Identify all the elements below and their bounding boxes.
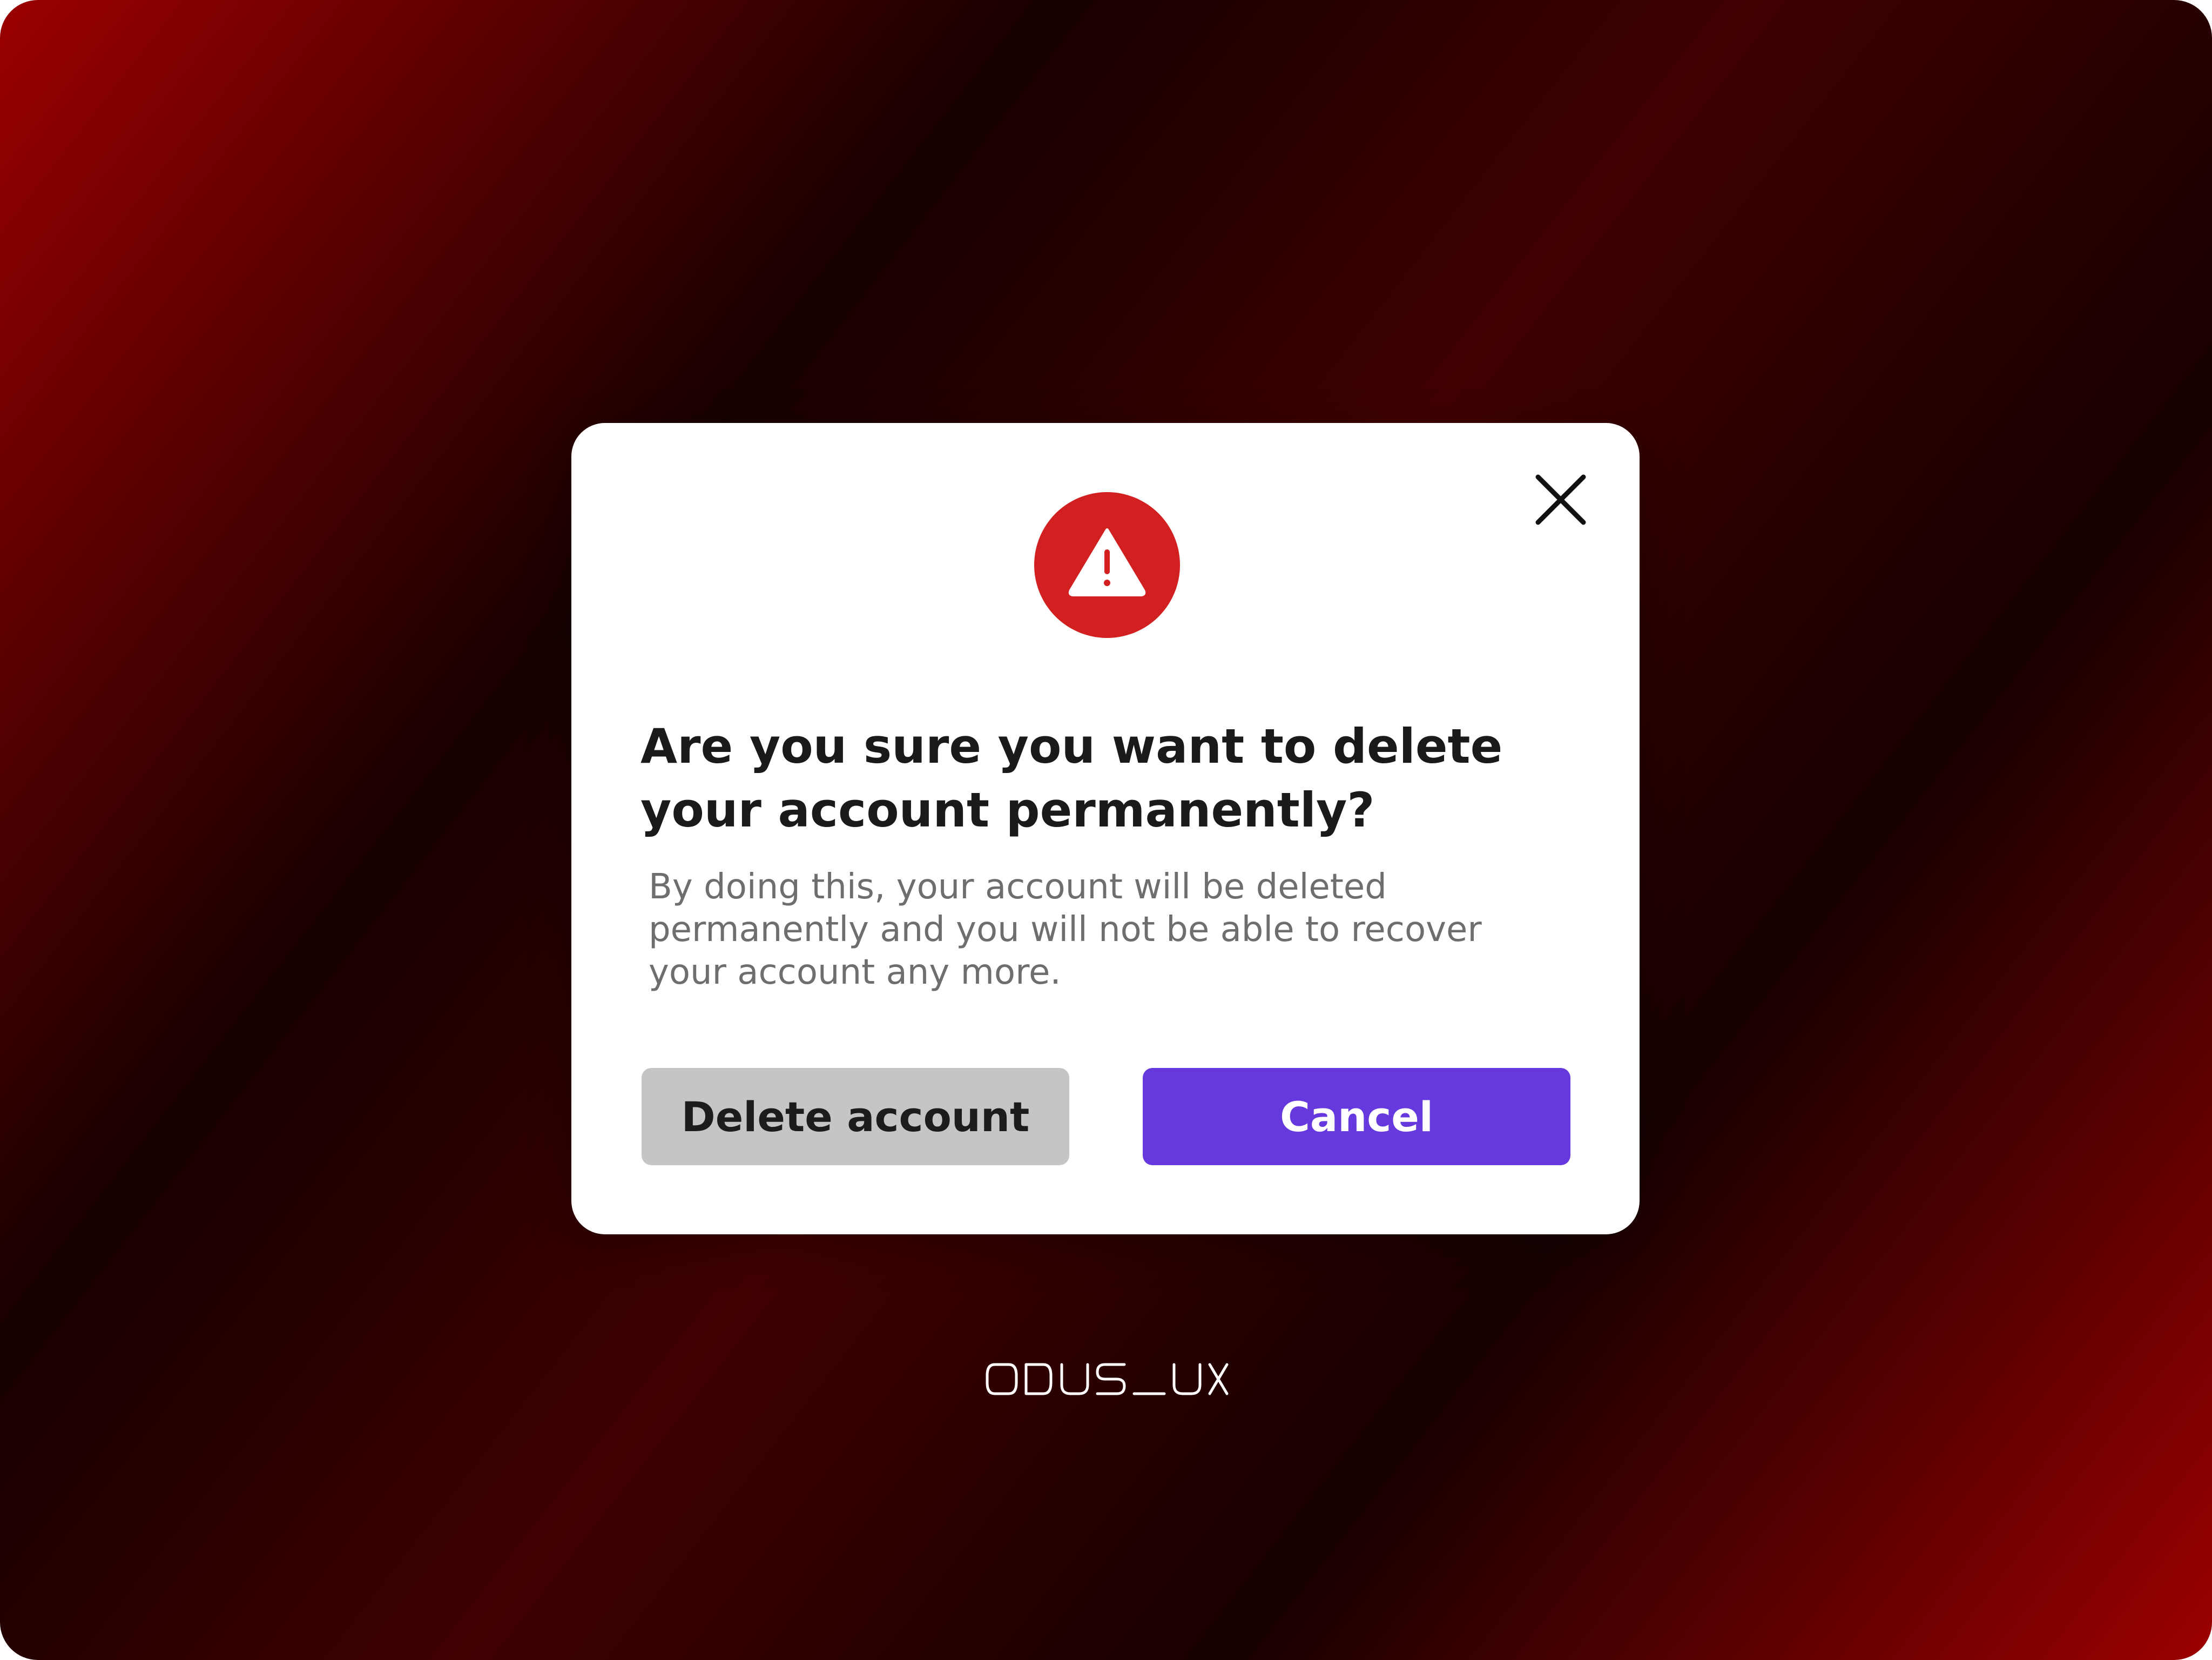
dialog-description: By doing this, your account will be dele… <box>649 867 1482 992</box>
dialog-title: Are you sure you want to delete your acc… <box>640 718 1503 838</box>
brand-logo <box>986 1363 1229 1395</box>
warning-triangle-icon <box>1068 528 1146 596</box>
delete-account-button[interactable]: Delete account <box>642 1068 1069 1165</box>
warning-badge <box>1034 492 1180 638</box>
background: Are you sure you want to delete your acc… <box>0 0 2212 1660</box>
delete-account-dialog: Are you sure you want to delete your acc… <box>571 423 1640 1234</box>
close-button[interactable] <box>1534 473 1588 527</box>
cancel-button[interactable]: Cancel <box>1143 1068 1570 1165</box>
close-icon <box>1535 474 1586 525</box>
